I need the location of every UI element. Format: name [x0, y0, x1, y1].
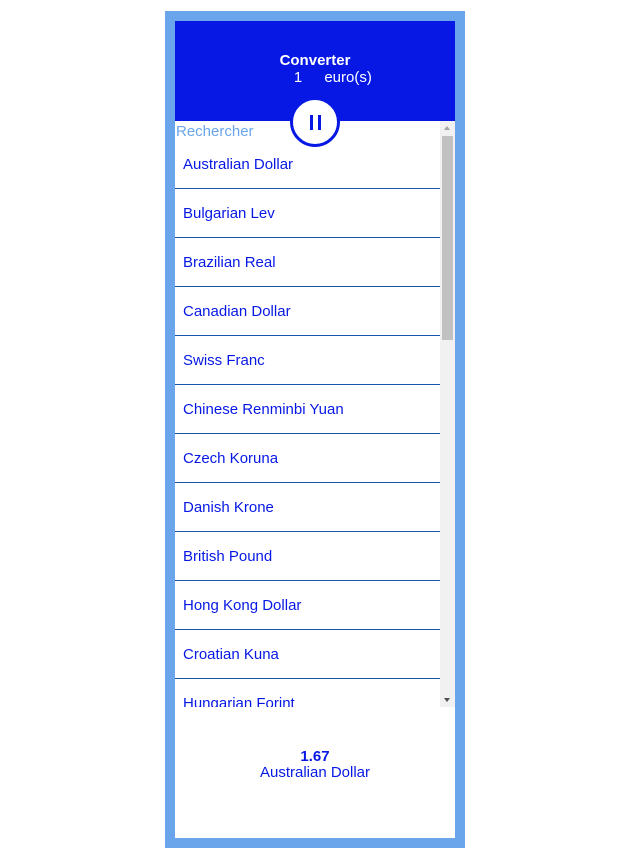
- currency-list-item[interactable]: Hungarian Forint: [175, 679, 440, 707]
- currency-list-item[interactable]: Bulgarian Lev: [175, 189, 440, 238]
- currency-list-item[interactable]: Danish Krone: [175, 483, 440, 532]
- currency-list-item[interactable]: Chinese Renminbi Yuan: [175, 385, 440, 434]
- currency-list-item[interactable]: British Pound: [175, 532, 440, 581]
- pause-button[interactable]: [290, 97, 340, 147]
- result-value: 1.67: [300, 748, 330, 765]
- currency-list-item[interactable]: Australian Dollar: [175, 140, 440, 189]
- amount-row: euro(s): [175, 69, 455, 87]
- pause-icon: [309, 114, 321, 130]
- currency-list-item[interactable]: Czech Koruna: [175, 434, 440, 483]
- currency-list-item[interactable]: Canadian Dollar: [175, 287, 440, 336]
- currency-list-item[interactable]: Croatian Kuna: [175, 630, 440, 679]
- currency-list: Australian Dollar Bulgarian Lev Brazilian …: [175, 121, 455, 707]
- converter-panel: Converter euro(s) Australian DollarBulga…: [175, 21, 455, 838]
- currency-list-item[interactable]: Brazilian Real: [175, 238, 440, 287]
- scroll-up-icon[interactable]: [444, 126, 450, 130]
- currency-list-item[interactable]: Swiss Franc: [175, 336, 440, 385]
- scrollbar-thumb[interactable]: [442, 136, 453, 340]
- search-input[interactable]: [176, 121, 376, 141]
- app-frame: Converter euro(s) Australian DollarBulga…: [165, 11, 465, 848]
- result-currency: Australian Dollar: [259, 764, 371, 781]
- unit-label: euro(s): [324, 69, 372, 86]
- scrollbar[interactable]: [440, 121, 455, 707]
- currency-list-item[interactable]: Hong Kong Dollar: [175, 581, 440, 630]
- app-title: Converter: [279, 52, 351, 69]
- scroll-down-icon[interactable]: [444, 698, 450, 702]
- amount-input[interactable]: [258, 69, 303, 87]
- result: 1.67 Australian Dollar: [175, 748, 455, 781]
